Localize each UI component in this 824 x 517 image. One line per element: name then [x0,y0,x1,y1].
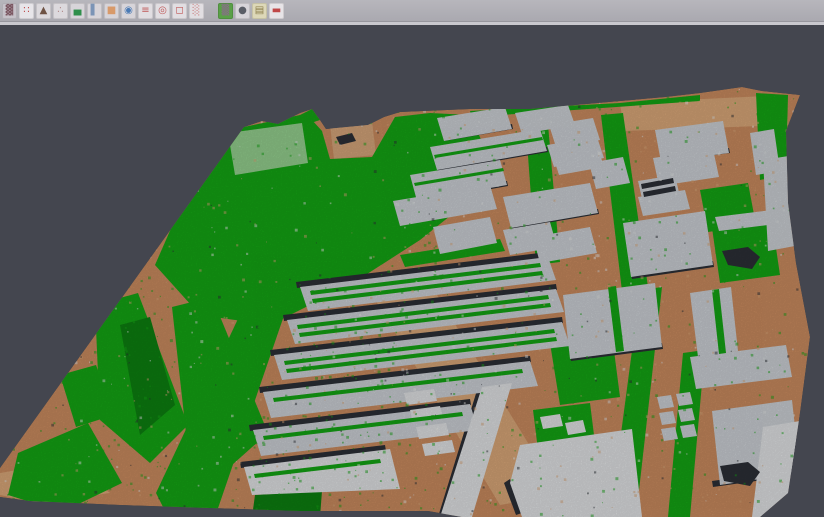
target-icon[interactable]: ◎ [155,3,170,19]
grain-overlay [0,25,824,517]
point-cloud-canvas[interactable] [0,25,824,517]
terrain-mesh [0,25,824,517]
textured-cube-icon[interactable]: ▓ [2,3,17,19]
colored-points-icon[interactable]: ∷ [19,3,34,19]
red-slab-icon[interactable]: ▬ [269,3,284,19]
hourglass-icon[interactable]: ▤ [252,3,267,19]
sphere-icon[interactable]: ● [235,3,250,19]
crop-box-icon[interactable]: ◻ [172,3,187,19]
red-list-icon[interactable]: ≡ [138,3,153,19]
green-hill-icon[interactable]: ▄ [70,3,85,19]
orange-tile-icon[interactable]: ■ [104,3,119,19]
classification-palette-icon[interactable]: ▒ [218,3,233,19]
application-window: ▓∷▲∴▄▌■◉≡◎◻░ ▒●▤▬ [0,0,824,517]
sparse-points-icon[interactable]: ∴ [53,3,68,19]
mountain-icon[interactable]: ▲ [36,3,51,19]
main-toolbar: ▓∷▲∴▄▌■◉≡◎◻░ ▒●▤▬ [0,0,824,21]
column-icon[interactable]: ▌ [87,3,102,19]
globe-icon[interactable]: ◉ [121,3,136,19]
dashed-box-icon[interactable]: ░ [189,3,204,19]
viewport-3d[interactable] [0,25,824,517]
